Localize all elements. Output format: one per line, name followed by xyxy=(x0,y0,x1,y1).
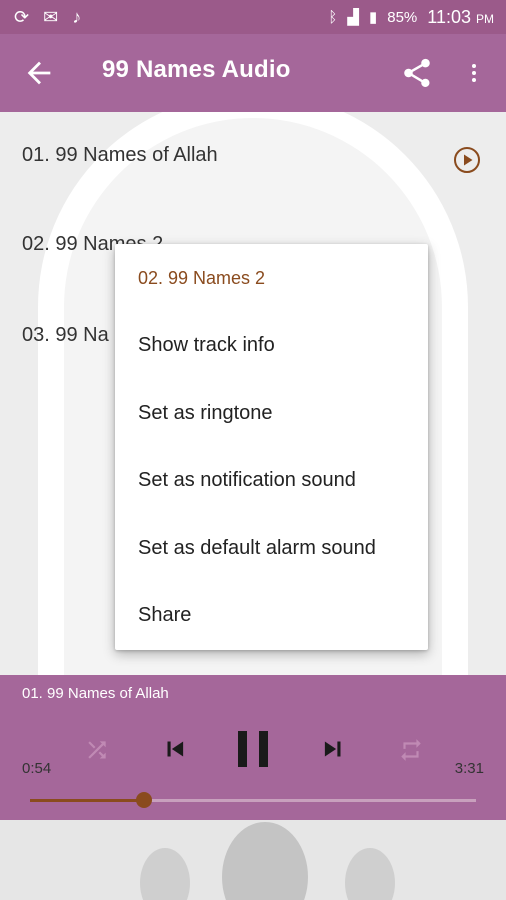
music-note-icon: ♪ xyxy=(72,6,82,27)
bluetooth-icon: ᛒ xyxy=(328,8,338,26)
dome-decoration xyxy=(345,848,395,900)
seek-progress xyxy=(30,799,144,802)
app-bar: 99 Names Audio xyxy=(0,34,506,112)
track-item-3[interactable]: 03. 99 Na xyxy=(22,324,109,347)
share-icon[interactable] xyxy=(400,56,434,90)
back-arrow-icon[interactable] xyxy=(22,56,56,90)
elapsed-time: 0:54 xyxy=(22,760,52,777)
dome-decoration xyxy=(140,848,190,900)
seek-bar[interactable] xyxy=(30,792,476,808)
seek-thumb[interactable] xyxy=(135,792,152,808)
next-icon[interactable] xyxy=(318,733,348,765)
sync-icon: ⟳ xyxy=(14,6,30,27)
track-item-1[interactable]: 01. 99 Names of Allah xyxy=(22,144,218,167)
now-playing-title: 01. 99 Names of Allah xyxy=(22,685,169,702)
context-menu-title: 02. 99 Names 2 xyxy=(138,268,266,288)
more-options-icon[interactable] xyxy=(462,56,486,90)
pause-icon[interactable] xyxy=(235,728,271,770)
player-panel: 01. 99 Names of Allah 0:54 3:31 xyxy=(0,675,506,820)
clock: 11:03 PM xyxy=(427,6,494,27)
repeat-icon[interactable] xyxy=(397,737,425,763)
menu-item-set-ringtone[interactable]: Set as ringtone xyxy=(138,402,273,425)
app-title: 99 Names Audio xyxy=(102,56,291,83)
context-menu: 02. 99 Names 2 Show track info Set as ri… xyxy=(115,244,428,650)
play-circle-icon[interactable] xyxy=(453,146,481,174)
shuffle-icon[interactable] xyxy=(84,737,110,763)
dome-decoration xyxy=(222,822,308,900)
notification-icon: ✉ xyxy=(43,6,59,27)
menu-item-set-notification[interactable]: Set as notification sound xyxy=(138,469,356,492)
battery-icon: ▮ xyxy=(368,9,378,26)
total-time: 3:31 xyxy=(454,760,484,777)
menu-item-set-alarm[interactable]: Set as default alarm sound xyxy=(138,537,376,560)
previous-icon[interactable] xyxy=(160,733,190,765)
signal-icon: ▟ xyxy=(347,9,359,26)
background-image-strip xyxy=(0,820,506,900)
status-bar: ⟳ ✉ ♪ ᛒ ▟ ▮ 85% 11:03 PM xyxy=(0,0,506,34)
menu-item-share[interactable]: Share xyxy=(138,604,191,627)
menu-item-show-track-info[interactable]: Show track info xyxy=(138,334,275,357)
battery-percent: 85% xyxy=(387,8,418,26)
